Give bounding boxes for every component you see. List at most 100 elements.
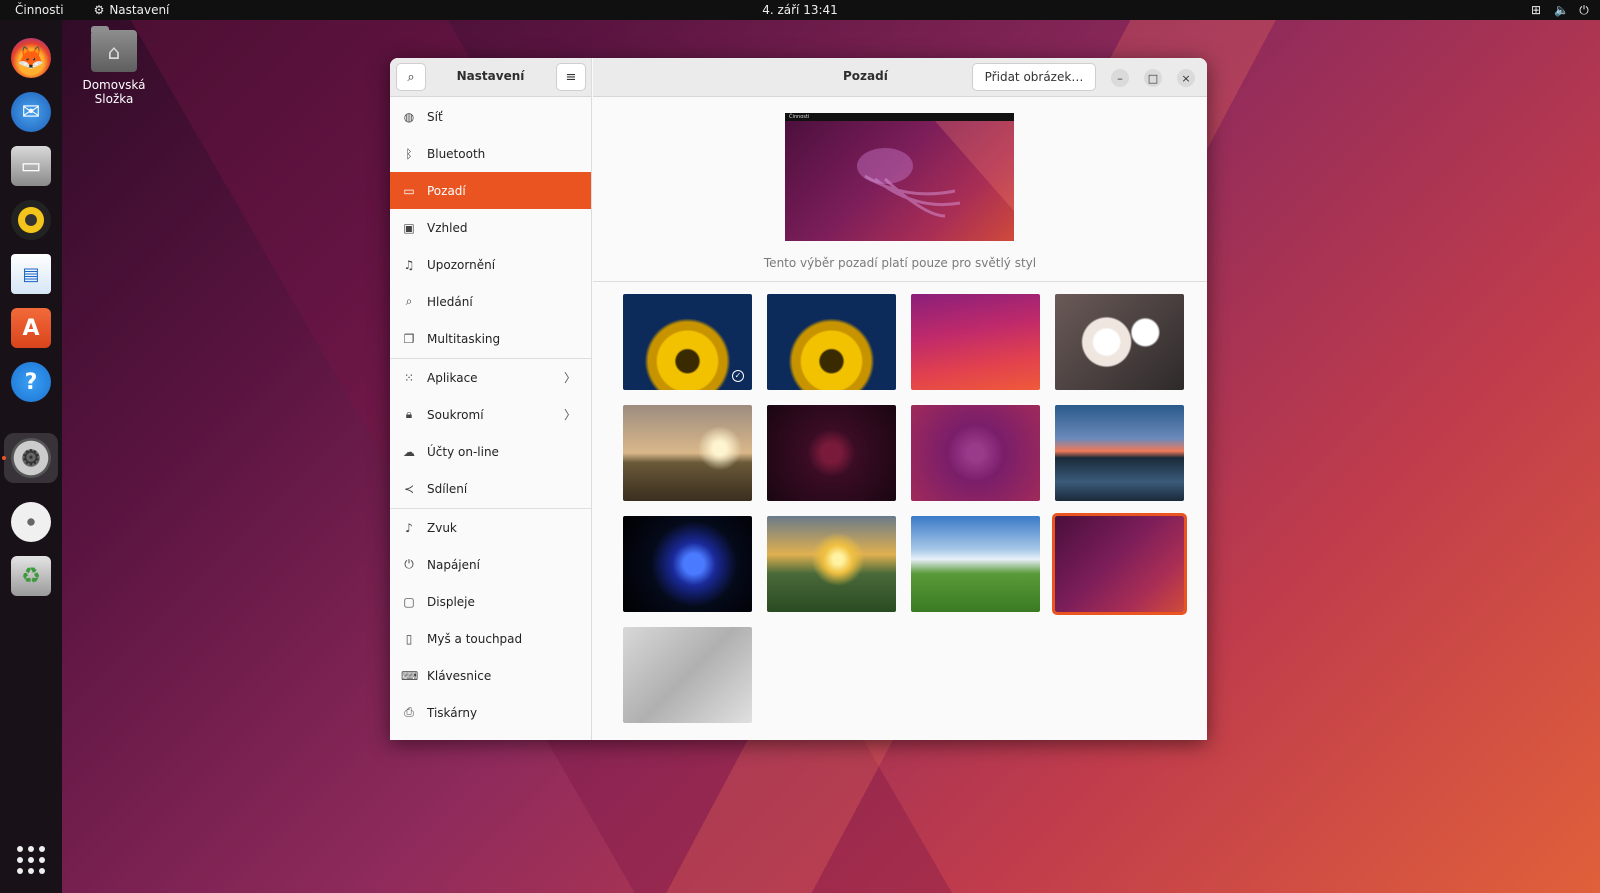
- top-bar: Činnosti ⚙ Nastavení 4. září 13:41 ⊞ 🔈 ⏻: [0, 0, 1600, 20]
- sidebar-item-mouse-touchpad[interactable]: ▯ Myš a touchpad: [390, 620, 591, 657]
- sidebar-item-sharing[interactable]: ≺ Sdílení: [390, 470, 591, 507]
- bluetooth-icon: ᛒ: [405, 146, 413, 161]
- activities-button[interactable]: Činnosti: [15, 3, 64, 17]
- maximize-icon: □: [1147, 71, 1159, 85]
- sidebar-item-displays[interactable]: ▢ Displeje: [390, 583, 591, 620]
- share-icon: ≺: [403, 481, 415, 496]
- close-button[interactable]: ×: [1177, 69, 1195, 87]
- globe-icon: ◍: [403, 109, 415, 124]
- windows-icon: ❐: [403, 331, 415, 346]
- firefox-icon[interactable]: 🦊: [11, 38, 51, 78]
- sidebar-item-bluetooth[interactable]: ᛒ Bluetooth: [390, 135, 591, 172]
- wallpaper-preview: Činnosti: [785, 113, 1014, 241]
- writer-icon[interactable]: ▤: [11, 254, 51, 294]
- power-icon: ⏻: [404, 557, 414, 571]
- settings-icon[interactable]: ⚙: [11, 438, 51, 478]
- preview-topbar: Činnosti: [785, 113, 1014, 121]
- settings-window: ⌕ Nastavení ≡ ◍ Síť ᛒ Bluetooth ▭ Pozadí…: [390, 58, 1207, 740]
- grid-icon: ⁙: [403, 370, 415, 385]
- sidebar-item-label: Zvuk: [427, 520, 457, 535]
- gear-icon: ⚙: [93, 3, 105, 17]
- sidebar-item-keyboard[interactable]: ⌨ Klávesnice: [390, 657, 591, 694]
- wallpaper-sunset-boardwalk[interactable]: [623, 405, 752, 501]
- sidebar-item-label: Klávesnice: [427, 668, 492, 683]
- preview-topbar-label: Činnosti: [789, 114, 810, 120]
- sidebar-item-background[interactable]: ▭ Pozadí: [390, 172, 591, 209]
- wallpaper-dark-jellyfish-logo[interactable]: [767, 405, 896, 501]
- sidebar-item-power[interactable]: ⏻ Napájení: [390, 546, 591, 583]
- wallpaper-valley-sunset[interactable]: [767, 516, 896, 612]
- sidebar-item-search[interactable]: ⌕ Hledání: [390, 283, 591, 320]
- close-icon: ×: [1181, 71, 1191, 85]
- app-menu-label: Nastavení: [109, 3, 170, 17]
- mouse-icon: ▯: [405, 631, 413, 646]
- wallpaper-purple-waves[interactable]: [911, 294, 1040, 390]
- app-menu[interactable]: ⚙ Nastavení: [94, 3, 170, 17]
- lock-icon: 🔒︎: [405, 407, 413, 421]
- wallpaper-blue-jellyfish[interactable]: [623, 516, 752, 612]
- sidebar-item-online-accounts[interactable]: ☁ Účty on-line: [390, 433, 591, 470]
- panel-separator: [593, 281, 1207, 282]
- thunderbird-icon[interactable]: ✉: [11, 92, 51, 132]
- desktop-home-label: Domovská Složka: [82, 78, 146, 106]
- sidebar-item-label: Pozadí: [427, 183, 466, 198]
- appearance-icon: ▣: [403, 220, 415, 235]
- sidebar-item-printers[interactable]: ⎙ Tiskárny: [390, 694, 591, 731]
- cloud-icon: ☁: [403, 444, 415, 459]
- network-icon[interactable]: ⊞: [1530, 3, 1542, 18]
- clock[interactable]: 4. září 13:41: [762, 3, 838, 17]
- sidebar-item-label: Síť: [427, 109, 443, 124]
- sidebar-item-label: Myš a touchpad: [427, 631, 523, 646]
- wallpaper-grey-jellyfish[interactable]: [623, 627, 752, 723]
- page-title: Pozadí: [843, 69, 888, 83]
- wallpaper-white-blossoms[interactable]: [1055, 294, 1184, 390]
- sidebar-item-appearance[interactable]: ▣ Vzhled: [390, 209, 591, 246]
- sidebar-item-label: Napájení: [427, 557, 480, 572]
- power-icon[interactable]: ⏻: [1578, 3, 1590, 18]
- sidebar-item-sound[interactable]: ♪ Zvuk: [390, 509, 591, 546]
- sidebar-item-label: Vzhled: [427, 220, 468, 235]
- add-picture-button[interactable]: Přidat obrázek…: [972, 63, 1096, 91]
- chevron-right-icon: 〉: [563, 371, 576, 385]
- desktop-home-folder[interactable]: ⌂ Domovská Složka: [66, 26, 162, 106]
- wallpaper-sunflower-dark[interactable]: ✓: [623, 294, 752, 390]
- sidebar-item-label: Hledání: [427, 294, 473, 309]
- sidebar-item-label: Multitasking: [427, 331, 501, 346]
- wallpaper-green-hills[interactable]: [911, 516, 1040, 612]
- monitor-icon: ▭: [403, 183, 415, 198]
- sidebar-item-network[interactable]: ◍ Síť: [390, 98, 591, 135]
- maximize-button[interactable]: □: [1144, 69, 1162, 87]
- rhythmbox-icon[interactable]: [11, 200, 51, 240]
- wallpaper-jellyfish-gradient[interactable]: [1052, 513, 1187, 615]
- sidebar-item-privacy[interactable]: 🔒︎ Soukromí 〉: [390, 396, 591, 433]
- disc-icon[interactable]: [11, 502, 51, 542]
- sidebar-item-applications[interactable]: ⁙ Aplikace 〉: [390, 359, 591, 396]
- trash-icon[interactable]: ♻: [11, 556, 51, 596]
- printer-icon: ⎙: [404, 705, 414, 719]
- main-header: Pozadí Přidat obrázek… – □ ×: [593, 58, 1207, 97]
- help-icon[interactable]: ?: [11, 362, 51, 402]
- background-style-note: Tento výběr pozadí platí pouze pro světl…: [763, 256, 1037, 270]
- sidebar-item-label: Displeje: [427, 594, 475, 609]
- wallpaper-sunflower[interactable]: [767, 294, 896, 390]
- chevron-right-icon: 〉: [563, 408, 576, 422]
- music-note-icon: ♪: [405, 520, 413, 535]
- sidebar-item-notifications[interactable]: ♫ Upozornění: [390, 246, 591, 283]
- sidebar-item-label: Tiskárny: [427, 705, 478, 720]
- sidebar-item-multitasking[interactable]: ❐ Multitasking: [390, 320, 591, 357]
- wallpaper-lake-sunset[interactable]: [1055, 405, 1184, 501]
- background-panel: Pozadí Přidat obrázek… – □ × Činnosti Te…: [593, 58, 1207, 740]
- hamburger-menu-icon: ≡: [565, 69, 577, 85]
- sidebar-menu-button[interactable]: ≡: [556, 63, 586, 91]
- sidebar-item-label: Soukromí: [427, 407, 484, 422]
- checkmark-icon: ✓: [732, 370, 744, 382]
- software-icon[interactable]: A: [11, 308, 51, 348]
- sidebar-header: ⌕ Nastavení ≡: [390, 58, 591, 97]
- wallpaper-purple-jellyfish-logo[interactable]: [911, 405, 1040, 501]
- files-icon[interactable]: ▭: [11, 146, 51, 186]
- system-tray[interactable]: ⊞ 🔈 ⏻: [1530, 3, 1590, 18]
- show-applications-button[interactable]: [17, 846, 45, 874]
- minimize-button[interactable]: –: [1111, 69, 1129, 87]
- bell-icon: ♫: [403, 257, 415, 272]
- volume-icon[interactable]: 🔈: [1554, 3, 1569, 18]
